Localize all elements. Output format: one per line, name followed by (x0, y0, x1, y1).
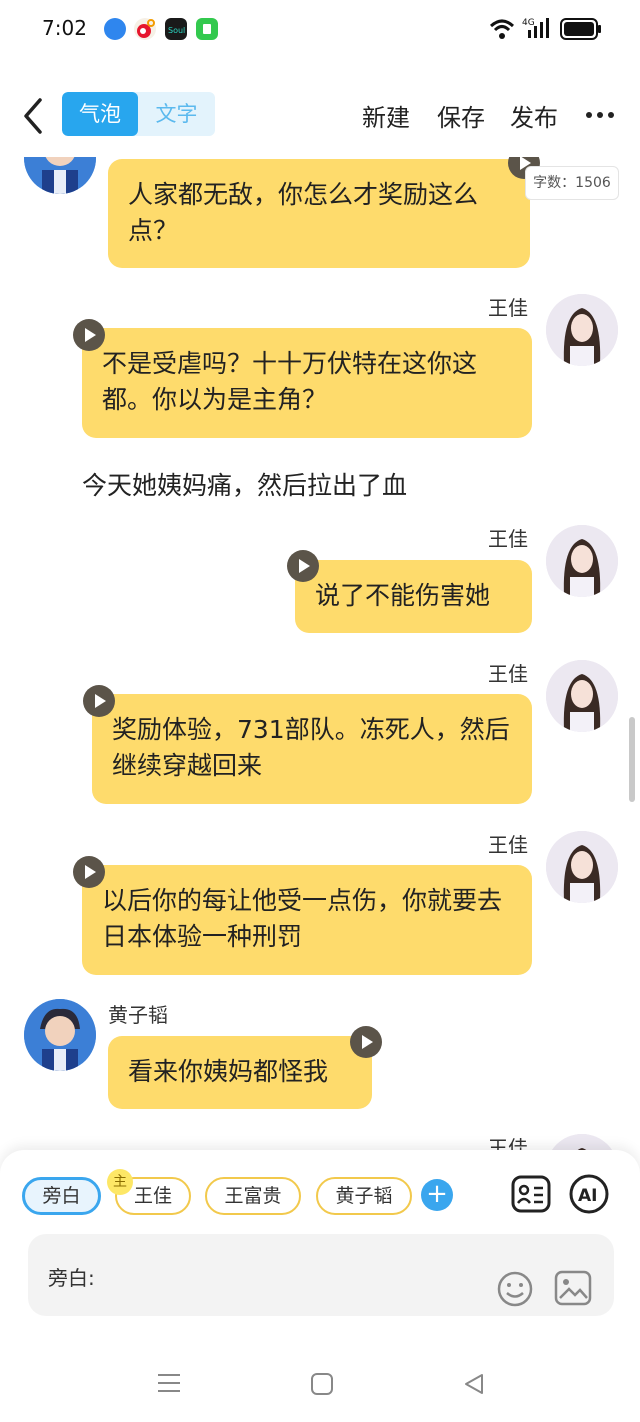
soul-app-icon: Soul (165, 18, 187, 40)
app-notification-icon (104, 18, 126, 40)
battery-icon (560, 18, 601, 40)
status-time: 7:02 (42, 16, 87, 40)
mode-toggle: 气泡 文字 (62, 92, 215, 136)
character-chip-narrator[interactable]: 旁白 (22, 1177, 101, 1215)
image-icon[interactable] (554, 1270, 592, 1306)
narration-text[interactable]: 今天她姨妈痛，然后拉出了血 (82, 466, 407, 502)
message-text: 说了不能伤害她 (315, 581, 491, 610)
message-text: 奖励体验，731部队。冻死人，然后继续穿越回来 (112, 715, 510, 780)
speaker-name: 黄子韬 (108, 1003, 168, 1027)
word-count-badge: 字数：1506 (525, 166, 619, 200)
system-nav-bar (0, 1346, 640, 1422)
add-character-button[interactable]: + (421, 1179, 453, 1211)
menu-icon[interactable] (156, 1372, 182, 1394)
speaker-name: 王佳 (488, 527, 528, 551)
play-audio-icon[interactable] (73, 856, 105, 888)
home-icon[interactable] (310, 1372, 334, 1396)
publish-button[interactable]: 发布 (510, 98, 558, 133)
more-options-icon[interactable] (585, 110, 615, 120)
message-text: 人家都无敌，你怎么才奖励这么点？ (128, 180, 479, 245)
avatar[interactable] (546, 294, 618, 366)
speaker-name: 王佳 (488, 662, 528, 686)
message-bubble[interactable]: 以后你的每让他受一点伤，你就要去日本体验一种刑罚 (82, 865, 532, 975)
green-app-icon (196, 18, 218, 40)
wifi-icon (489, 19, 515, 39)
character-card-icon[interactable] (511, 1175, 551, 1213)
avatar[interactable] (24, 999, 96, 1071)
input-speaker-label: 旁白: (48, 1266, 95, 1290)
play-audio-icon[interactable] (73, 319, 105, 351)
svg-text:Soul: Soul (168, 26, 185, 35)
back-icon[interactable] (462, 1372, 486, 1396)
play-audio-icon[interactable] (83, 685, 115, 717)
chat-area: 人家都无敌，你怎么才奖励这么点？ 王佳 不是受虐吗？十十万伏特在这你这都。你以为… (0, 157, 640, 1152)
speaker-name: 王佳 (488, 833, 528, 857)
avatar[interactable] (546, 660, 618, 732)
message-bubble[interactable]: 奖励体验，731部队。冻死人，然后继续穿越回来 (92, 694, 532, 804)
message-bubble[interactable]: 说了不能伤害她 (295, 560, 532, 633)
weibo-icon (134, 18, 156, 40)
back-arrow-icon[interactable] (22, 98, 44, 134)
tab-bubble[interactable]: 气泡 (62, 92, 138, 136)
message-bubble[interactable]: 不是受虐吗？十十万伏特在这你这都。你以为是主角？ (82, 328, 532, 438)
avatar[interactable] (24, 157, 96, 194)
dialogue-input[interactable]: 旁白: (28, 1234, 614, 1316)
emoji-icon[interactable] (496, 1270, 534, 1308)
message-text: 看来你姨妈都怪我 (128, 1057, 329, 1086)
speaker-name: 王佳 (488, 296, 528, 320)
save-button[interactable]: 保存 (437, 98, 485, 133)
ai-icon[interactable]: AI (569, 1174, 609, 1214)
tab-text[interactable]: 文字 (138, 92, 215, 136)
network-type-label: 4G (522, 18, 535, 28)
play-audio-icon[interactable] (350, 1026, 382, 1058)
message-bubble[interactable]: 看来你姨妈都怪我 (108, 1036, 372, 1109)
character-chip-wangfugui[interactable]: 王富贵 (205, 1177, 301, 1215)
character-chip-huangzitao[interactable]: 黄子韬 (316, 1177, 412, 1215)
avatar[interactable] (546, 525, 618, 597)
svg-text:AI: AI (578, 1186, 597, 1206)
editor-header: 气泡 文字 新建 保存 发布 (0, 80, 640, 156)
message-text: 以后你的每让他受一点伤，你就要去日本体验一种刑罚 (102, 886, 503, 951)
status-bar: 7:02 Soul 4G (0, 0, 640, 58)
avatar[interactable] (546, 831, 618, 903)
play-audio-icon[interactable] (287, 550, 319, 582)
main-character-badge: 主 (107, 1169, 133, 1195)
speaker-name: 王佳 (488, 1136, 528, 1152)
message-bubble[interactable]: 人家都无敌，你怎么才奖励这么点？ (108, 159, 530, 268)
new-button[interactable]: 新建 (362, 98, 410, 133)
signal-icon: 4G (522, 18, 549, 38)
scrollbar[interactable] (629, 717, 635, 802)
message-text: 不是受虐吗？十十万伏特在这你这都。你以为是主角？ (102, 349, 478, 414)
